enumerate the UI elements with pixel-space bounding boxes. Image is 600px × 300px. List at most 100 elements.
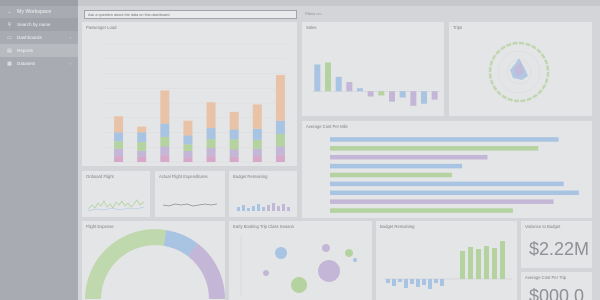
sidebar-search-label: Search by name — [17, 22, 51, 27]
onboard-flight-sparkline — [87, 199, 145, 212]
bar-segment — [114, 116, 124, 133]
bar — [330, 146, 539, 151]
bar-segment — [114, 148, 124, 157]
bar-segment — [183, 135, 193, 145]
budget-remaining-chart — [384, 241, 512, 289]
bubble — [291, 277, 307, 293]
bar-segment — [183, 120, 193, 136]
search-icon: ⚲ — [7, 21, 12, 28]
sparkline — [162, 203, 218, 207]
bar-segment — [114, 156, 124, 162]
bubble — [345, 249, 353, 257]
bar-segment — [137, 156, 147, 162]
tile-average-cost-per-trip[interactable]: Average Cost Per Trip $000.0 — [521, 272, 592, 300]
bar — [367, 91, 374, 97]
variance-value: $2.22M — [529, 239, 590, 259]
bar — [421, 91, 427, 104]
bar-segment — [160, 136, 170, 147]
bar-segment — [114, 141, 124, 149]
tile-variance-to-budget[interactable]: Variance to Budget $2.22M — [521, 221, 592, 268]
bar-segment — [137, 132, 147, 143]
sidebar-item-datasets[interactable]: ▦ Datasets › — [0, 57, 78, 70]
bar-segment — [183, 150, 193, 158]
bubble — [353, 258, 357, 262]
sidebar-item-dashboards[interactable]: ▭ Dashboards › — [0, 31, 78, 44]
chevron-down-icon: ⌄ — [7, 9, 12, 15]
sidebar-item-label: Reports — [17, 48, 34, 53]
bar — [389, 91, 395, 102]
average-cost-per-mile-chart — [330, 137, 579, 213]
bubble — [318, 260, 340, 282]
bar — [330, 181, 564, 187]
flight-expense-donut — [85, 229, 225, 300]
bar — [314, 64, 321, 92]
tile-passenger-load[interactable]: Passenger Load — [82, 22, 297, 166]
bar-segment — [114, 132, 124, 142]
bar-segment — [252, 156, 262, 162]
actual-expenditures-sparkline — [162, 203, 218, 207]
bar — [330, 172, 452, 178]
sidebar: ⌄ My Workspace ⚲ Search by name ▭ Dashbo… — [0, 0, 78, 300]
trips-radar-chart — [488, 41, 550, 103]
bar-segment — [275, 146, 285, 156]
bar-segment — [183, 157, 193, 162]
bar — [335, 76, 342, 92]
top-bar — [78, 0, 600, 6]
chevron-right-icon: › — [69, 35, 71, 40]
bar — [378, 91, 385, 96]
bar-segment — [160, 90, 170, 124]
report-icon: ▤ — [7, 47, 12, 54]
workspace-label: My Workspace — [17, 9, 52, 15]
bar-segment — [137, 142, 147, 151]
avg-cost-trip-value: $000.0 — [529, 286, 585, 300]
bar — [330, 199, 554, 204]
bar-segment — [229, 149, 239, 157]
bar-segment — [206, 139, 216, 148]
bar-segment — [229, 111, 239, 130]
bar-segment — [252, 104, 262, 129]
sidebar-item-reports[interactable]: ▤ Reports — [0, 44, 78, 57]
bar — [330, 190, 579, 196]
budget-bars — [460, 241, 505, 279]
bar-segment — [252, 139, 262, 149]
mini-bars — [237, 204, 265, 211]
budget-remaining-mini-chart — [237, 203, 290, 211]
sidebar-search[interactable]: ⚲ Search by name — [0, 18, 78, 31]
bar — [346, 82, 353, 92]
bar — [330, 208, 513, 213]
bubble — [322, 244, 330, 252]
tile-title: Variance to Budget — [525, 224, 561, 229]
bar-segment — [160, 123, 170, 137]
bar-segment — [275, 74, 285, 121]
tile-budget-remaining-small[interactable]: Budget Remaining — [229, 171, 297, 217]
bar-segment — [160, 146, 170, 156]
tile-early-booking[interactable]: Early Booking Trip Class Season — [229, 221, 372, 300]
early-booking-bubble-chart — [240, 235, 357, 297]
tile-budget-remaining[interactable]: Budget Remaining — [376, 221, 517, 300]
bar — [431, 91, 438, 100]
tile-trips[interactable]: Trips — [449, 22, 592, 116]
tile-onboard-flight[interactable]: Onboard Flight — [82, 171, 150, 217]
bar-segment — [275, 133, 285, 147]
sales-chart — [312, 62, 440, 106]
chevron-right-icon: › — [69, 61, 71, 66]
qa-input[interactable] — [84, 10, 297, 19]
tile-flight-expense[interactable]: Flight Expense — [82, 221, 225, 300]
bar-segment — [229, 139, 239, 150]
dashboard-icon: ▭ — [7, 34, 12, 41]
bar — [330, 163, 463, 169]
bar-segment — [206, 156, 216, 162]
bar-segment — [160, 155, 170, 162]
bar-segment — [137, 150, 147, 157]
sparkline — [87, 206, 145, 212]
tile-average-cost-per-mile[interactable]: Average Cost Per Mile — [302, 121, 592, 218]
bar — [410, 91, 417, 106]
donut-segment — [163, 230, 198, 257]
sidebar-item-label: Dashboards — [17, 35, 42, 40]
donut-segment — [187, 243, 225, 300]
bar-segment — [275, 120, 285, 134]
workspace-selector[interactable]: ⌄ My Workspace — [0, 6, 78, 18]
bar-segment — [206, 128, 216, 140]
tile-actual-flight-expenditures[interactable]: Actual Flight Expenditures — [155, 171, 225, 217]
tile-sales[interactable]: Sales — [302, 22, 444, 116]
